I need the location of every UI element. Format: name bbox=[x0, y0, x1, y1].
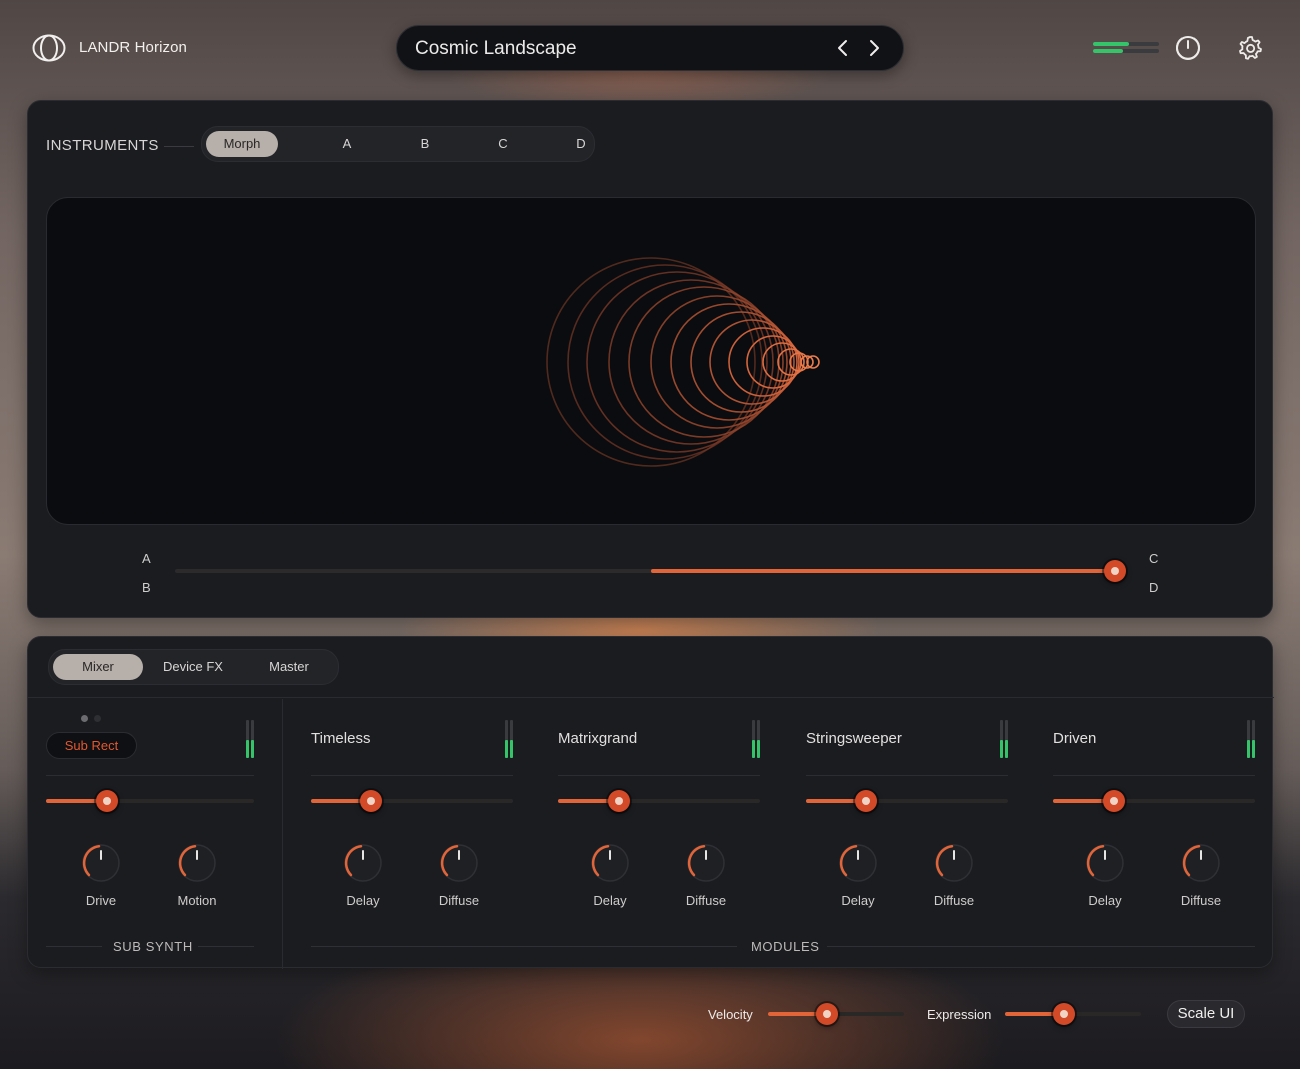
power-icon[interactable] bbox=[1173, 33, 1203, 63]
delay-knob[interactable] bbox=[339, 839, 387, 887]
channel-level-thumb[interactable] bbox=[360, 790, 382, 812]
divider bbox=[46, 775, 254, 776]
drive-label: Drive bbox=[85, 893, 117, 908]
app-title: LANDR Horizon bbox=[79, 39, 187, 56]
divider bbox=[28, 697, 1274, 698]
mixer-tabs: Mixer Device FX Master bbox=[48, 649, 339, 685]
morph-visualizer[interactable] bbox=[46, 197, 1256, 525]
chevron-left-icon[interactable] bbox=[833, 38, 853, 58]
preset-browser[interactable]: Cosmic Landscape bbox=[396, 25, 904, 71]
delay-label: Delay bbox=[346, 893, 380, 908]
level-meter-icon bbox=[1093, 41, 1159, 55]
motion-knob[interactable] bbox=[173, 839, 221, 887]
level-meter-icon bbox=[752, 720, 760, 758]
instruments-label: INSTRUMENTS bbox=[46, 137, 159, 154]
delay-label: Delay bbox=[841, 893, 875, 908]
delay-label: Delay bbox=[593, 893, 627, 908]
delay-label: Delay bbox=[1088, 893, 1122, 908]
divider bbox=[1053, 775, 1255, 776]
corner-label-d: D bbox=[1149, 580, 1159, 595]
channel-name: Matrixgrand bbox=[558, 730, 638, 747]
channel-name: Timeless bbox=[311, 730, 371, 747]
tab-master[interactable]: Master bbox=[243, 654, 335, 680]
diffuse-knob[interactable] bbox=[1177, 839, 1225, 887]
channel-name: Driven bbox=[1053, 730, 1097, 747]
delay-knob[interactable] bbox=[834, 839, 882, 887]
instrument-tabs: Morph A B C D bbox=[201, 126, 595, 162]
diffuse-label: Diffuse bbox=[685, 893, 727, 908]
preset-name[interactable]: Cosmic Landscape bbox=[415, 38, 577, 60]
divider bbox=[282, 699, 283, 969]
sub-synth-label: SUB SYNTH bbox=[113, 939, 193, 954]
tab-b[interactable]: B bbox=[386, 131, 464, 157]
tab-d[interactable]: D bbox=[542, 131, 620, 157]
corner-label-b: B bbox=[142, 580, 151, 595]
tab-c[interactable]: C bbox=[464, 131, 542, 157]
tab-a[interactable]: A bbox=[308, 131, 386, 157]
divider bbox=[311, 946, 737, 947]
expression-label: Expression bbox=[927, 1007, 992, 1022]
level-meter-icon bbox=[246, 720, 254, 758]
velocity-label: Velocity bbox=[708, 1007, 753, 1022]
level-meter-icon bbox=[505, 720, 513, 758]
tab-device-fx[interactable]: Device FX bbox=[145, 654, 241, 680]
divider bbox=[827, 946, 1255, 947]
corner-label-c: C bbox=[1149, 551, 1159, 566]
gear-icon[interactable] bbox=[1235, 33, 1265, 63]
scale-ui-button[interactable]: Scale UI bbox=[1167, 1000, 1245, 1028]
channel-level-thumb[interactable] bbox=[855, 790, 877, 812]
divider bbox=[198, 946, 254, 947]
diffuse-knob[interactable] bbox=[435, 839, 483, 887]
divider bbox=[806, 775, 1008, 776]
modules-label: MODULES bbox=[751, 939, 820, 954]
chevron-right-icon[interactable] bbox=[864, 38, 884, 58]
mixer-panel: Mixer Device FX Master Sub Rect Drive Mo bbox=[27, 636, 1274, 969]
tab-morph[interactable]: Morph bbox=[206, 131, 278, 157]
divider bbox=[311, 775, 513, 776]
divider bbox=[164, 146, 194, 147]
expression-thumb[interactable] bbox=[1053, 1003, 1075, 1025]
delay-knob[interactable] bbox=[1081, 839, 1129, 887]
sub-level-thumb[interactable] bbox=[96, 790, 118, 812]
divider bbox=[558, 775, 760, 776]
page-dots[interactable] bbox=[81, 715, 105, 723]
diffuse-label: Diffuse bbox=[438, 893, 480, 908]
morph-rings-icon bbox=[546, 257, 820, 467]
drive-knob[interactable] bbox=[77, 839, 125, 887]
diffuse-label: Diffuse bbox=[1180, 893, 1222, 908]
channel-name: Stringsweeper bbox=[806, 730, 902, 747]
channel-level-thumb[interactable] bbox=[608, 790, 630, 812]
motion-label: Motion bbox=[177, 893, 217, 908]
tab-mixer[interactable]: Mixer bbox=[53, 654, 143, 680]
corner-label-a: A bbox=[142, 551, 151, 566]
morph-slider-fill bbox=[651, 569, 1115, 573]
level-meter-icon bbox=[1247, 720, 1255, 758]
delay-knob[interactable] bbox=[586, 839, 634, 887]
channel-level-thumb[interactable] bbox=[1103, 790, 1125, 812]
sub-source-button[interactable]: Sub Rect bbox=[46, 732, 137, 759]
logo-icon bbox=[32, 34, 66, 62]
diffuse-knob[interactable] bbox=[682, 839, 730, 887]
diffuse-label: Diffuse bbox=[933, 893, 975, 908]
diffuse-knob[interactable] bbox=[930, 839, 978, 887]
instruments-panel: INSTRUMENTS Morph A B C D A B C D bbox=[27, 100, 1273, 618]
morph-slider-thumb[interactable] bbox=[1104, 560, 1126, 582]
velocity-thumb[interactable] bbox=[816, 1003, 838, 1025]
divider bbox=[46, 946, 102, 947]
level-meter-icon bbox=[1000, 720, 1008, 758]
